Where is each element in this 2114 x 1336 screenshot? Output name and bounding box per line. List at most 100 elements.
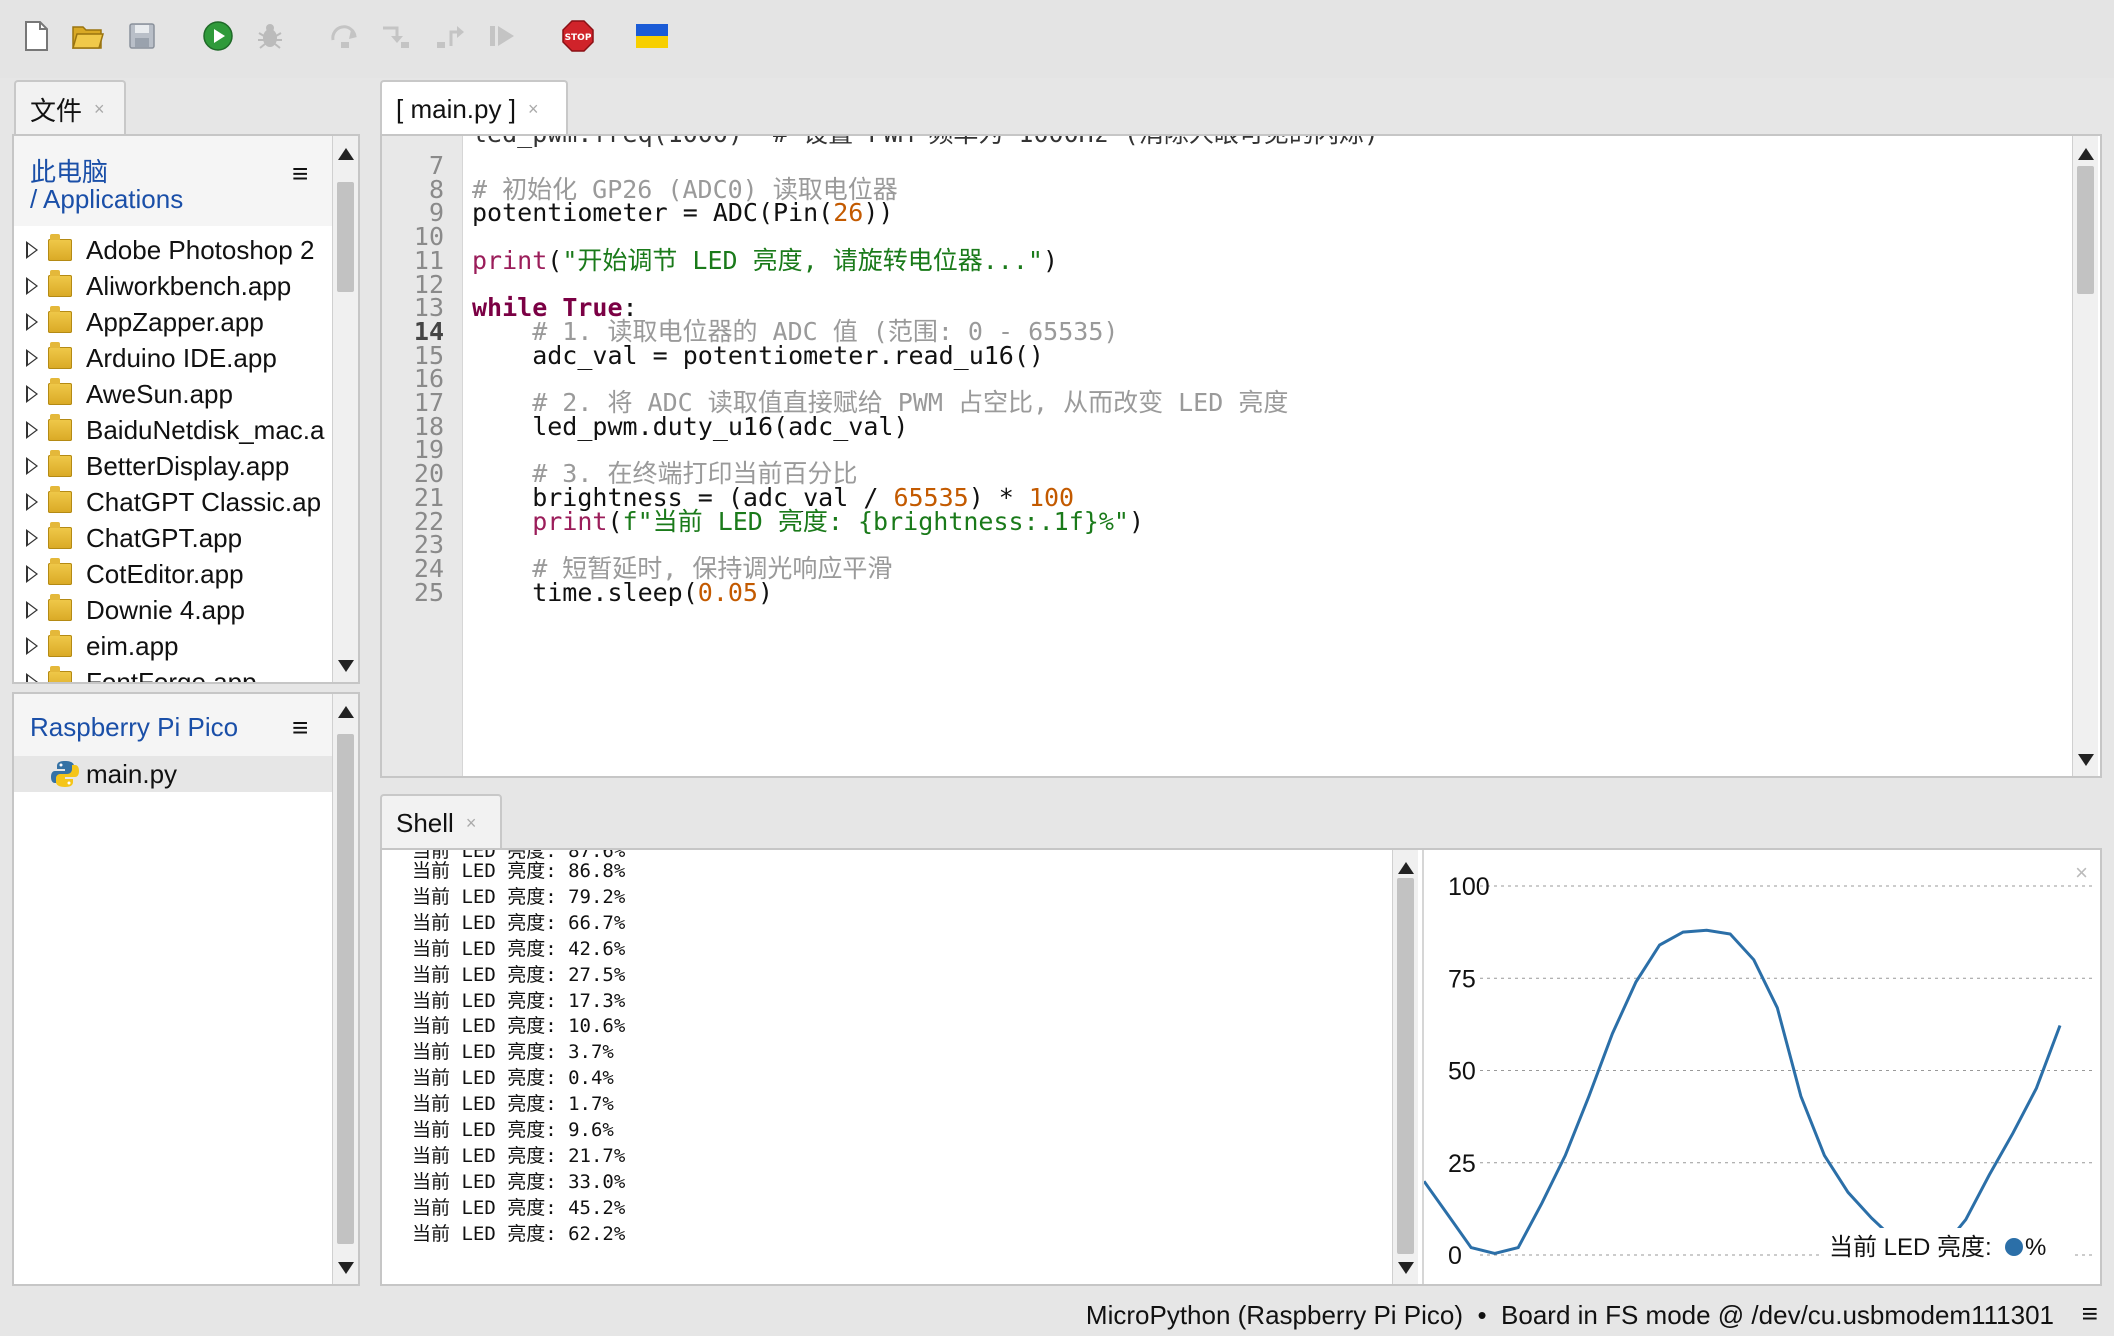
tree-item-label: AppZapper.app <box>86 306 264 337</box>
menu-icon[interactable]: ≡ <box>292 712 308 744</box>
shell-line: 当前 LED 亮度: 17.3% <box>412 989 626 1012</box>
tree-item[interactable]: Adobe Photoshop 2 <box>14 232 314 268</box>
computer-panel-header: 此电脑 / Applications ≡ <box>14 136 332 226</box>
scroll-up-icon[interactable] <box>338 706 354 718</box>
close-icon[interactable]: × <box>94 99 105 120</box>
expand-icon[interactable] <box>26 457 38 475</box>
step-over-icon[interactable] <box>328 18 364 54</box>
tree-item[interactable]: AweSun.app <box>14 376 233 412</box>
code-line[interactable]: potentiometer = ADC(Pin(26)) <box>472 197 893 229</box>
tree-item[interactable]: BaiduNetdisk_mac.a <box>14 412 324 448</box>
shell-line: 当前 LED 亮度: 10.6% <box>412 1015 626 1038</box>
tree-item[interactable]: Downie 4.app <box>14 592 245 628</box>
code-line[interactable]: led_pwm.duty_u16(adc_val) <box>472 411 908 443</box>
new-file-icon[interactable] <box>18 18 54 54</box>
tab-main-py[interactable]: [ main.py ] × <box>380 80 568 136</box>
tree-item[interactable]: Aliworkbench.app <box>14 268 291 304</box>
shell-line: 当前 LED 亮度: 33.0% <box>412 1170 626 1193</box>
expand-icon[interactable] <box>26 493 38 511</box>
code-line[interactable]: time.sleep(0.05) <box>472 577 773 609</box>
svg-text:STOP: STOP <box>565 33 592 43</box>
code-line[interactable]: adc_val = potentiometer.read_u16() <box>472 340 1044 372</box>
debug-icon[interactable] <box>252 18 288 54</box>
editor-scrollbar[interactable] <box>2072 136 2098 776</box>
scroll-up-icon[interactable] <box>338 148 354 160</box>
expand-icon[interactable] <box>26 673 38 682</box>
code-line[interactable]: print("开始调节 LED 亮度, 请旋转电位器...") <box>472 245 1058 277</box>
tree-item[interactable]: AppZapper.app <box>14 304 264 340</box>
shell-output[interactable]: 当前 LED 亮度: 87.6% 当前 LED 亮度: 86.8% 当前 LED … <box>382 850 1392 1284</box>
menu-icon[interactable]: ≡ <box>2082 1298 2098 1330</box>
path-breadcrumb[interactable]: / Applications <box>30 184 183 215</box>
interpreter-status[interactable]: MicroPython (Raspberry Pi Pico) • Board … <box>1086 1300 2054 1331</box>
tree-item-label: Aliworkbench.app <box>86 270 292 301</box>
scroll-up-icon[interactable] <box>2078 148 2094 160</box>
shell-panel[interactable]: 当前 LED 亮度: 87.6% 当前 LED 亮度: 86.8% 当前 LED … <box>380 848 2102 1286</box>
scroll-down-icon[interactable] <box>1398 1262 1414 1274</box>
expand-icon[interactable] <box>26 601 38 619</box>
close-icon[interactable]: × <box>2075 860 2088 886</box>
tree-item[interactable]: ChatGPT.app <box>14 520 242 556</box>
scroll-thumb[interactable] <box>337 182 354 292</box>
tree-item-label: Arduino IDE.app <box>86 342 277 373</box>
expand-icon[interactable] <box>26 529 38 547</box>
ukraine-flag-icon[interactable] <box>634 18 670 54</box>
tree-item[interactable]: Arduino IDE.app <box>14 340 277 376</box>
tree-item[interactable]: eim.app <box>14 628 179 664</box>
folder-icon <box>48 666 72 682</box>
stop-icon[interactable]: STOP <box>560 18 596 54</box>
menu-icon[interactable]: ≡ <box>292 158 308 190</box>
close-icon[interactable]: × <box>528 99 539 120</box>
folder-icon <box>48 558 72 585</box>
computer-scrollbar[interactable] <box>332 136 358 682</box>
scroll-up-icon[interactable] <box>1398 862 1414 874</box>
tab-shell[interactable]: Shell × <box>380 794 502 850</box>
code-editor[interactable]: led_pwm.freq(1000) # 设置 PWM 频率为 1000Hz (… <box>380 134 2102 778</box>
scroll-thumb[interactable] <box>1397 878 1414 1254</box>
y-tick-label: 50 <box>1448 1058 1476 1086</box>
tree-item[interactable]: FontForge.app <box>14 664 257 682</box>
expand-icon[interactable] <box>26 565 38 583</box>
tree-item-label: Adobe Photoshop 2 <box>86 234 315 265</box>
tab-shell-label: Shell <box>396 807 454 838</box>
resume-icon[interactable] <box>484 18 520 54</box>
series-line <box>1422 928 2062 1256</box>
tree-item[interactable]: BetterDisplay.app <box>14 448 289 484</box>
device-title[interactable]: Raspberry Pi Pico <box>30 712 238 743</box>
tree-item-label: AweSun.app <box>86 378 233 409</box>
shell-scrollbar[interactable] <box>1392 850 1418 1284</box>
tree-item[interactable]: ChatGPT Classic.ap <box>14 484 321 520</box>
device-file-row[interactable]: main.py <box>14 756 332 792</box>
scroll-down-icon[interactable] <box>338 1262 354 1274</box>
tree-item-label: BetterDisplay.app <box>86 450 290 481</box>
expand-icon[interactable] <box>26 385 38 403</box>
shell-line: 当前 LED 亮度: 0.4% <box>412 1067 614 1090</box>
expand-icon[interactable] <box>26 241 38 259</box>
code-line[interactable]: print(f"当前 LED 亮度: {brightness:.1f}%") <box>472 506 1144 538</box>
scroll-down-icon[interactable] <box>2078 754 2094 766</box>
run-icon[interactable] <box>200 18 236 54</box>
plotter-chart: 0 25 50 75 100 当前 LED 亮度: % <box>1422 873 2096 1270</box>
python-file-icon <box>50 759 80 789</box>
step-into-icon[interactable] <box>378 18 414 54</box>
expand-icon[interactable] <box>26 277 38 295</box>
step-out-icon[interactable] <box>432 18 468 54</box>
tab-main-py-label: [ main.py ] <box>396 93 516 124</box>
device-scrollbar[interactable] <box>332 694 358 1284</box>
code-area[interactable]: led_pwm.freq(1000) # 设置 PWM 频率为 1000Hz (… <box>472 136 2062 776</box>
code-line[interactable]: led_pwm.freq(1000) # 设置 PWM 频率为 1000Hz (… <box>472 136 1379 150</box>
save-icon[interactable] <box>124 18 160 54</box>
expand-icon[interactable] <box>26 421 38 439</box>
expand-icon[interactable] <box>26 637 38 655</box>
legend-unit: % <box>2025 1234 2046 1261</box>
open-folder-icon[interactable] <box>70 18 106 54</box>
tree-item[interactable]: CotEditor.app <box>14 556 244 592</box>
tree-item-label: ChatGPT Classic.ap <box>86 486 322 517</box>
expand-icon[interactable] <box>26 313 38 331</box>
close-icon[interactable]: × <box>466 813 477 834</box>
tab-files[interactable]: 文件 × <box>14 80 126 136</box>
scroll-thumb[interactable] <box>337 734 354 1244</box>
expand-icon[interactable] <box>26 349 38 367</box>
scroll-down-icon[interactable] <box>338 660 354 672</box>
scroll-thumb[interactable] <box>2077 166 2094 294</box>
